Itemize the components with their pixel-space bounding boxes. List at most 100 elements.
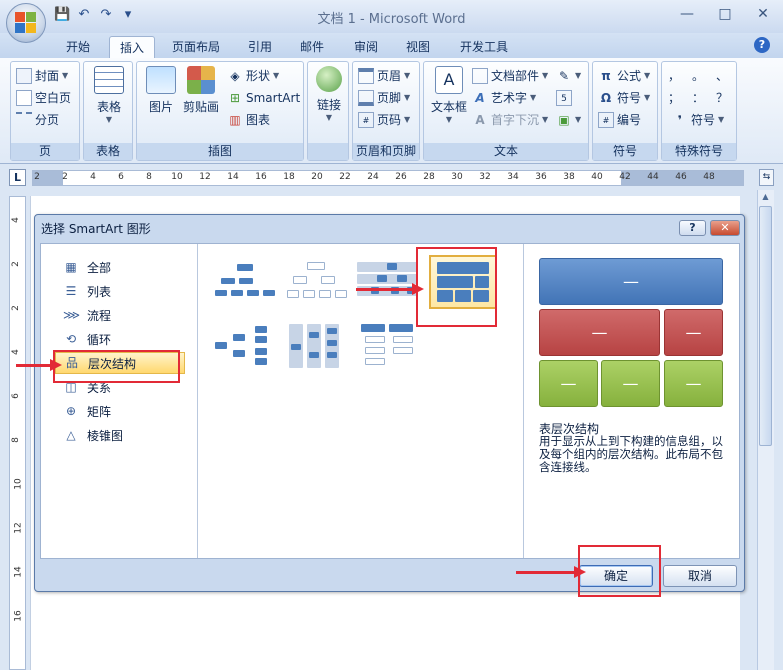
ruler-number: 46 bbox=[675, 172, 687, 182]
category-matrix[interactable]: ⊕ 矩阵 bbox=[55, 400, 185, 422]
preview-layout-description: 用于显示从上到下构建的信息组，以及每个组内的层次结构。此布局不包含连接线。 bbox=[539, 434, 723, 474]
quick-parts-button[interactable]: 文档部件 ▼ bbox=[472, 66, 548, 86]
layout-hierarchy-list[interactable] bbox=[285, 322, 349, 368]
period-symbol[interactable]: 。 bbox=[692, 66, 704, 86]
dialog-close-button[interactable]: ✕ bbox=[710, 220, 740, 236]
footer-button[interactable]: 页脚 ▼ bbox=[358, 88, 410, 108]
page-break-icon bbox=[16, 112, 32, 128]
date-time-icon: 5 bbox=[556, 90, 572, 106]
close-window-button[interactable]: ✕ bbox=[751, 4, 775, 24]
header-button[interactable]: 页眉 ▼ bbox=[358, 66, 410, 86]
ruler-number: 40 bbox=[591, 172, 603, 182]
ruler-number: 38 bbox=[563, 172, 575, 182]
layout-name-title-org[interactable] bbox=[285, 258, 349, 304]
links-button[interactable]: 链接 ▼ bbox=[312, 66, 346, 122]
textbox-button[interactable]: A 文本框 ▼ bbox=[428, 66, 470, 124]
tab-page-layout[interactable]: 页面布局 bbox=[165, 36, 227, 58]
special-symbol-button[interactable]: ❜ 符号 ▼ bbox=[672, 110, 724, 130]
vertical-ruler[interactable]: 4 2 2 4 6 8 10 12 14 16 bbox=[9, 196, 26, 670]
cover-page-icon bbox=[16, 68, 32, 84]
chart-button[interactable]: ▥ 图表 bbox=[227, 110, 270, 130]
object-button[interactable]: ▣ ▼ bbox=[556, 110, 581, 130]
cover-page-button[interactable]: 封面 ▼ bbox=[16, 66, 68, 86]
preview-pane: — — — — — — 表层次结构 用于显示从上到下构建的信息组，以及每个组内的… bbox=[525, 244, 739, 558]
clipart-button[interactable]: 剪贴画 bbox=[181, 66, 221, 115]
layout-horizontal-hierarchy[interactable] bbox=[213, 322, 277, 368]
tab-view[interactable]: 视图 bbox=[398, 36, 438, 58]
cancel-button[interactable]: 取消 bbox=[663, 565, 737, 587]
page-number-button[interactable]: # 页码 ▼ bbox=[358, 110, 410, 130]
office-button[interactable] bbox=[6, 3, 46, 43]
scroll-up-icon[interactable]: ▲ bbox=[758, 190, 773, 204]
layout-preview: — — — — — — bbox=[539, 258, 723, 408]
table-icon bbox=[94, 66, 124, 94]
tab-insert[interactable]: 插入 bbox=[109, 36, 155, 58]
comma-symbol[interactable]: ， bbox=[668, 66, 680, 86]
dialog-help-button[interactable]: ? bbox=[679, 220, 706, 236]
view-ruler-button[interactable]: ⇆ bbox=[759, 169, 774, 186]
category-process[interactable]: ⋙ 流程 bbox=[55, 304, 185, 326]
layout-vertical-hierarchy[interactable] bbox=[357, 322, 421, 368]
picture-icon bbox=[146, 66, 176, 94]
category-pyramid[interactable]: △ 棱锥图 bbox=[55, 424, 185, 446]
tab-references[interactable]: 引用 bbox=[240, 36, 280, 58]
horizontal-ruler[interactable]: 2 2 4 6 8 10 12 14 16 18 20 22 24 26 28 30 32 34 36 38 40 42 4… bbox=[32, 170, 744, 186]
dropcap-button[interactable]: A 首字下沉 ▼ bbox=[472, 110, 548, 130]
category-cycle[interactable]: ⟲ 循环 bbox=[55, 328, 185, 350]
ruler-number: 4 bbox=[10, 349, 21, 355]
highlight-ok-button bbox=[578, 545, 661, 597]
scroll-thumb[interactable] bbox=[759, 206, 772, 446]
ruler-number: 2 bbox=[10, 261, 21, 267]
tab-review[interactable]: 审阅 bbox=[346, 36, 386, 58]
colon-symbol[interactable]: ： bbox=[692, 88, 704, 108]
picture-button[interactable]: 图片 bbox=[143, 66, 179, 115]
blank-page-button[interactable]: 空白页 bbox=[16, 88, 71, 108]
ruler-number: 6 bbox=[118, 172, 124, 182]
special-symbol-icon: ❜ bbox=[677, 113, 683, 127]
layout-org-chart[interactable] bbox=[213, 258, 277, 304]
preview-bottom-box-2: — bbox=[601, 360, 660, 407]
symbol-button[interactable]: Ω 符号 ▼ bbox=[598, 88, 650, 108]
group-special-symbols: ， 。 、 ； ： ？ ❜ 符号 ▼ 特殊符号 bbox=[661, 61, 737, 161]
smartart-icon: ⊞ bbox=[229, 91, 241, 105]
header-icon bbox=[358, 68, 374, 84]
link-globe-icon bbox=[316, 66, 342, 92]
group-label-table: 表格 bbox=[84, 143, 132, 160]
smartart-button[interactable]: ⊞ SmartArt bbox=[227, 88, 300, 108]
semicolon-symbol[interactable]: ； bbox=[668, 88, 680, 108]
tab-selector-button[interactable]: L bbox=[9, 169, 26, 186]
tab-developer[interactable]: 开发工具 bbox=[452, 36, 516, 58]
question-symbol[interactable]: ？ bbox=[716, 88, 728, 108]
equation-button[interactable]: π 公式 ▼ bbox=[598, 66, 650, 86]
wordart-button[interactable]: A 艺术字 ▼ bbox=[472, 88, 536, 108]
help-icon[interactable]: ? bbox=[754, 37, 770, 53]
category-list: ▦ 全部 ☰ 列表 ⋙ 流程 ⟲ 循环 品层次结构 ◫ 关系 ⊕ 矩阵 △ 棱锥图 bbox=[41, 244, 198, 558]
enum-comma-symbol[interactable]: 、 bbox=[716, 66, 728, 86]
dialog-title: 选择 SmartArt 图形 bbox=[41, 222, 151, 236]
minimize-button[interactable]: — bbox=[675, 4, 699, 24]
category-list-item[interactable]: ☰ 列表 bbox=[55, 280, 185, 302]
category-all[interactable]: ▦ 全部 bbox=[55, 256, 185, 278]
signature-line-button[interactable]: ✎ ▼ bbox=[556, 66, 581, 86]
process-icon: ⋙ bbox=[63, 308, 81, 322]
list-icon: ☰ bbox=[65, 284, 77, 298]
ribbon: 封面 ▼ 空白页 分页 页 表格 ▼ 表格 图片 剪贴画 ◈ 形状 ▼ ⊞ Sm… bbox=[0, 58, 783, 164]
tab-mailings[interactable]: 邮件 bbox=[292, 36, 332, 58]
numbering-button[interactable]: # 编号 bbox=[598, 110, 641, 130]
table-button[interactable]: 表格 ▼ bbox=[92, 66, 126, 124]
date-time-button[interactable]: 5 bbox=[556, 88, 572, 108]
ruler-number: 2 bbox=[10, 305, 21, 311]
tab-home[interactable]: 开始 bbox=[58, 36, 98, 58]
ruler-number: 16 bbox=[13, 610, 24, 622]
shapes-button[interactable]: ◈ 形状 ▼ bbox=[227, 66, 279, 86]
layout-labeled-hierarchy[interactable] bbox=[357, 258, 421, 304]
matrix-icon: ⊕ bbox=[65, 404, 77, 418]
ruler-number: 44 bbox=[647, 172, 659, 182]
group-label-special-symbols: 特殊符号 bbox=[662, 143, 736, 160]
window-controls: — □ ✕ bbox=[675, 4, 775, 24]
dropcap-icon: A bbox=[475, 113, 485, 127]
object-icon: ▣ bbox=[558, 113, 570, 127]
maximize-button[interactable]: □ bbox=[713, 4, 737, 24]
page-break-button[interactable]: 分页 bbox=[16, 110, 59, 130]
group-header-footer: 页眉 ▼ 页脚 ▼ # 页码 ▼ 页眉和页脚 bbox=[352, 61, 420, 161]
